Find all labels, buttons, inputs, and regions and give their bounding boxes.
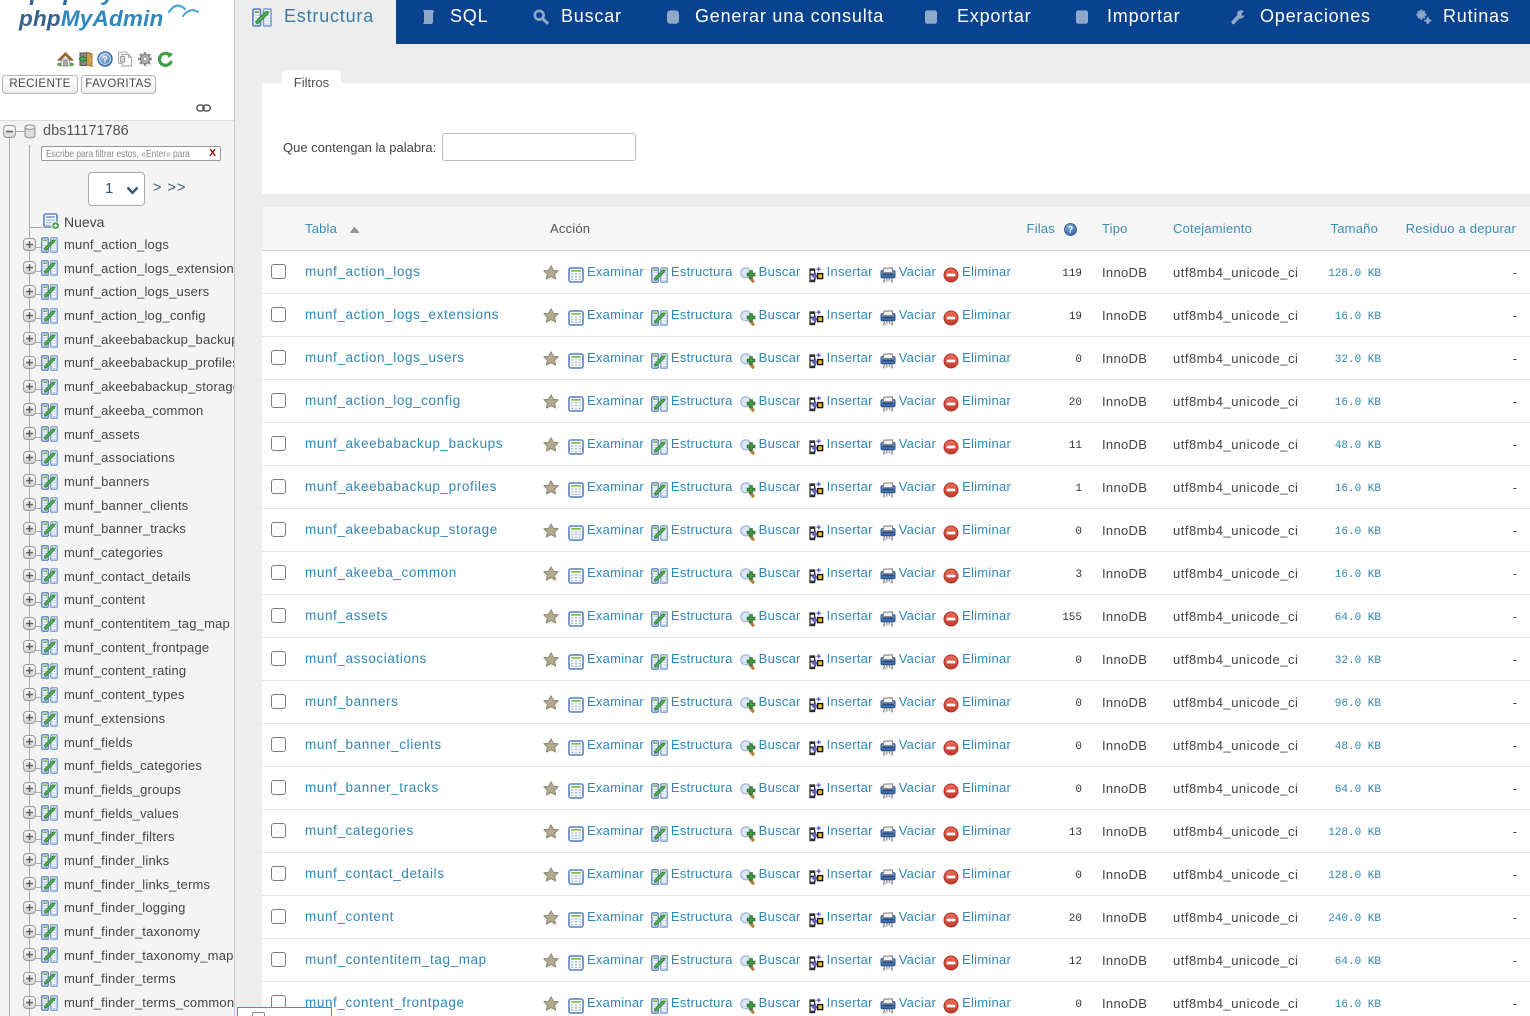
svg-text:?: ? bbox=[1068, 225, 1074, 235]
svg-text:?: ? bbox=[102, 54, 108, 65]
